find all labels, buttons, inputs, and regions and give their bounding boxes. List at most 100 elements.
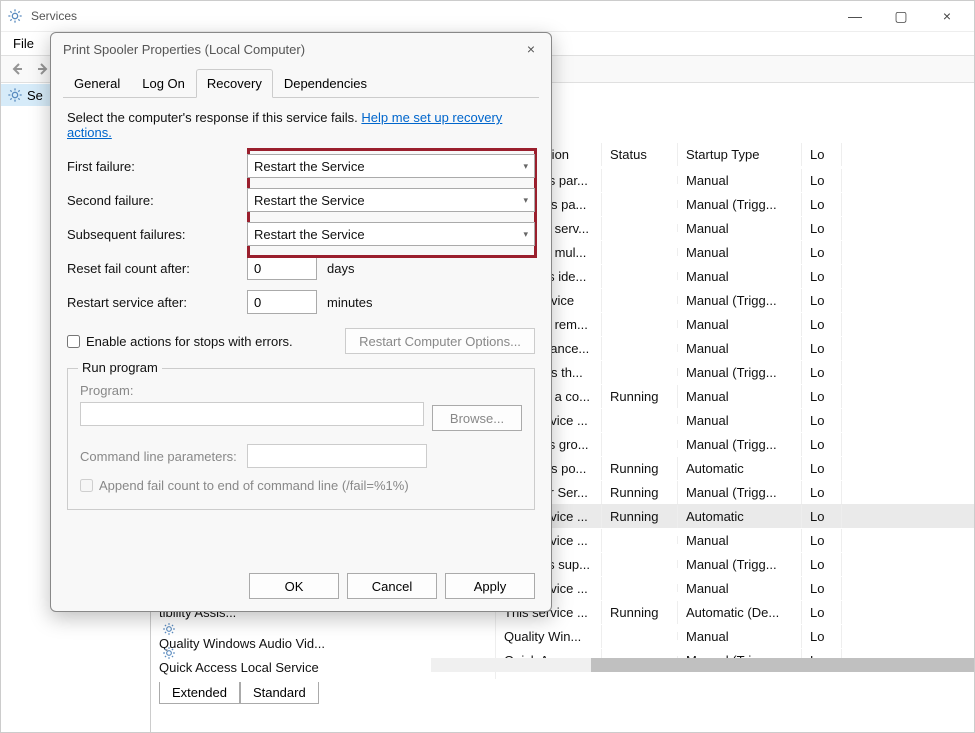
dialog-title-bar: Print Spooler Properties (Local Computer… bbox=[51, 33, 551, 65]
enable-actions-label: Enable actions for stops with errors. bbox=[86, 334, 293, 349]
cmdline-input[interactable] bbox=[247, 444, 427, 468]
horizontal-scrollbar[interactable] bbox=[431, 658, 966, 672]
maximize-button[interactable]: ▢ bbox=[878, 1, 924, 31]
cell-startup: Manual (Trigg... bbox=[678, 289, 802, 312]
title-bar: Services — ▢ × bbox=[1, 1, 974, 31]
chevron-down-icon: ▾ bbox=[523, 161, 528, 172]
cell-status bbox=[602, 272, 678, 280]
cell-startup: Manual bbox=[678, 217, 802, 240]
cell-logon: Lo bbox=[802, 313, 842, 336]
tab-standard[interactable]: Standard bbox=[240, 682, 319, 704]
first-failure-select[interactable]: Restart the Service ▾ bbox=[247, 154, 535, 178]
cell-logon: Lo bbox=[802, 409, 842, 432]
tab-dependencies[interactable]: Dependencies bbox=[273, 69, 378, 97]
cell-startup: Automatic bbox=[678, 505, 802, 528]
intro-text: Select the computer's response if this s… bbox=[67, 110, 361, 125]
close-button[interactable]: × bbox=[924, 1, 970, 31]
ok-button[interactable]: OK bbox=[249, 573, 339, 599]
cell-startup: Manual bbox=[678, 313, 802, 336]
cell-startup: Manual bbox=[678, 409, 802, 432]
cell-startup: Manual (Trigg... bbox=[678, 553, 802, 576]
cell-logon: Lo bbox=[802, 385, 842, 408]
cell-status bbox=[602, 584, 678, 592]
back-icon[interactable] bbox=[5, 57, 29, 81]
cell-logon: Lo bbox=[802, 457, 842, 480]
cell-startup: Manual bbox=[678, 625, 802, 648]
dialog-tabs: General Log On Recovery Dependencies bbox=[63, 69, 539, 98]
cell-status bbox=[602, 200, 678, 208]
cell-status bbox=[602, 632, 678, 640]
dialog-close-button[interactable]: × bbox=[523, 37, 539, 61]
restart-after-label: Restart service after: bbox=[67, 295, 247, 310]
cell-startup: Manual (Trigg... bbox=[678, 193, 802, 216]
cell-status bbox=[602, 536, 678, 544]
restart-after-row: Restart service after: minutes bbox=[67, 290, 535, 314]
chevron-down-icon: ▾ bbox=[523, 195, 528, 206]
window-title: Services bbox=[31, 9, 832, 23]
properties-dialog: Print Spooler Properties (Local Computer… bbox=[50, 32, 552, 612]
gear-icon bbox=[159, 646, 179, 660]
minimize-button[interactable]: — bbox=[832, 1, 878, 31]
cell-logon: Lo bbox=[802, 361, 842, 384]
cell-logon: Lo bbox=[802, 241, 842, 264]
second-failure-select[interactable]: Restart the Service ▾ bbox=[247, 188, 535, 212]
browse-button[interactable]: Browse... bbox=[432, 405, 522, 431]
append-label: Append fail count to end of command line… bbox=[99, 478, 409, 493]
cell-startup: Manual bbox=[678, 337, 802, 360]
cell-logon: Lo bbox=[802, 265, 842, 288]
tab-recovery[interactable]: Recovery bbox=[196, 69, 273, 98]
chevron-down-icon: ▾ bbox=[523, 229, 528, 240]
cell-startup: Manual bbox=[678, 265, 802, 288]
col-status[interactable]: Status bbox=[602, 143, 678, 166]
cell-status: Running bbox=[602, 457, 678, 480]
restart-after-input[interactable] bbox=[247, 290, 317, 314]
cell-logon: Lo bbox=[802, 481, 842, 504]
col-startup[interactable]: Startup Type bbox=[678, 143, 802, 166]
subsequent-failures-select[interactable]: Restart the Service ▾ bbox=[247, 222, 535, 246]
cell-status: Running bbox=[602, 505, 678, 528]
apply-button[interactable]: Apply bbox=[445, 573, 535, 599]
second-failure-label: Second failure: bbox=[67, 193, 247, 208]
cell-startup: Automatic (De... bbox=[678, 601, 802, 624]
cell-status: Running bbox=[602, 601, 678, 624]
cell-status: Running bbox=[602, 385, 678, 408]
cell-status bbox=[602, 176, 678, 184]
first-failure-label: First failure: bbox=[67, 159, 247, 174]
cell-status bbox=[602, 296, 678, 304]
subsequent-failures-row: Subsequent failures: Restart the Service… bbox=[67, 222, 535, 246]
dialog-body: Select the computer's response if this s… bbox=[51, 98, 551, 522]
tab-extended[interactable]: Extended bbox=[159, 682, 240, 704]
menu-file[interactable]: File bbox=[5, 34, 42, 53]
restart-computer-options-button[interactable]: Restart Computer Options... bbox=[345, 328, 535, 354]
cell-logon: Lo bbox=[802, 193, 842, 216]
append-checkbox[interactable] bbox=[80, 479, 93, 492]
cell-status bbox=[602, 248, 678, 256]
run-program-group: Run program Program: Browse... Command l… bbox=[67, 368, 535, 510]
cell-logon: Lo bbox=[802, 601, 842, 624]
cell-logon: Lo bbox=[802, 505, 842, 528]
cell-startup: Manual (Trigg... bbox=[678, 481, 802, 504]
cell-logon: Lo bbox=[802, 169, 842, 192]
cell-startup: Manual (Trigg... bbox=[678, 433, 802, 456]
scrollbar-thumb[interactable] bbox=[591, 658, 974, 672]
tab-general[interactable]: General bbox=[63, 69, 131, 97]
program-input[interactable] bbox=[80, 402, 424, 426]
cell-status bbox=[602, 224, 678, 232]
col-logon[interactable]: Lo bbox=[802, 143, 842, 166]
tree-root-label: Se bbox=[27, 88, 43, 103]
cell-startup: Manual bbox=[678, 169, 802, 192]
cell-logon: Lo bbox=[802, 433, 842, 456]
cell-logon: Lo bbox=[802, 337, 842, 360]
cell-status bbox=[602, 368, 678, 376]
tab-logon[interactable]: Log On bbox=[131, 69, 196, 97]
reset-count-input[interactable] bbox=[247, 256, 317, 280]
enable-actions-checkbox[interactable] bbox=[67, 335, 80, 348]
gear-icon bbox=[159, 622, 179, 636]
cancel-button[interactable]: Cancel bbox=[347, 573, 437, 599]
cell-startup: Manual bbox=[678, 385, 802, 408]
cell-status bbox=[602, 416, 678, 424]
first-failure-row: First failure: Restart the Service ▾ bbox=[67, 154, 535, 178]
window-controls: — ▢ × bbox=[832, 1, 970, 31]
reset-count-unit: days bbox=[327, 261, 354, 276]
services-icon bbox=[5, 6, 25, 26]
